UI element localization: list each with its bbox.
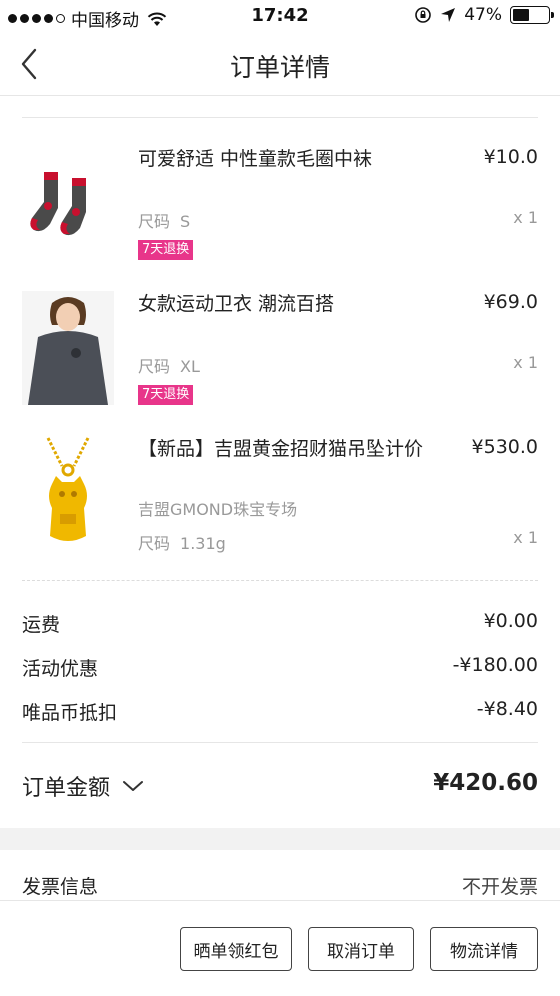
product-image-pendant	[46, 437, 90, 541]
product-qty: x 1	[513, 208, 538, 227]
size-value: S	[180, 212, 191, 231]
chevron-down-icon	[123, 781, 144, 791]
total-value: ¥420.60	[433, 770, 538, 796]
logistics-details-button[interactable]: 物流详情	[430, 927, 538, 971]
size-value: XL	[180, 357, 200, 376]
battery-level	[513, 9, 529, 21]
product-qty: x 1	[513, 353, 538, 372]
battery-icon	[510, 6, 554, 24]
product-name: 女款运动卫衣 潮流百搭	[138, 293, 335, 315]
invoice-row[interactable]: 发票信息 不开发票	[22, 872, 538, 899]
status-bar: 中国移动 17:42 47%	[0, 0, 560, 32]
status-right: 47%	[414, 5, 554, 25]
fee-row-promotion: 活动优惠 -¥180.00	[22, 654, 538, 681]
size-value: 1.31g	[180, 534, 226, 553]
product-size: 尺码 S	[138, 208, 190, 232]
product-item[interactable]: 女款运动卫衣 潮流百搭 ¥69.0 尺码 XL x 1 7天退换	[22, 291, 538, 411]
fee-row-coin-deduction: 唯品币抵扣 -¥8.40	[22, 698, 538, 725]
product-image-sweatshirt	[22, 291, 114, 405]
fee-label: 运费	[22, 614, 61, 636]
fee-label: 活动优惠	[22, 658, 99, 680]
bottom-action-bar: 晒单领红包 取消订单 物流详情	[0, 900, 560, 996]
size-label: 尺码	[138, 212, 171, 231]
invoice-value: 不开发票	[461, 876, 538, 898]
divider	[22, 117, 538, 118]
location-arrow-icon	[441, 8, 456, 22]
product-price: ¥69.0	[483, 291, 538, 313]
nav-bar: 订单详情	[0, 32, 560, 96]
total-label: 订单金额	[22, 776, 111, 801]
product-price: ¥10.0	[483, 146, 538, 168]
battery-percent: 47%	[464, 5, 502, 25]
dashed-divider	[22, 580, 538, 581]
fee-value: -¥180.00	[452, 654, 538, 676]
share-order-button[interactable]: 晒单领红包	[180, 927, 292, 971]
order-total[interactable]: 订单金额 ¥420.60	[22, 770, 538, 804]
size-label: 尺码	[138, 534, 171, 553]
fee-value: -¥8.40	[476, 698, 538, 720]
section-separator	[0, 828, 560, 850]
fee-value: ¥0.00	[483, 610, 538, 632]
size-label: 尺码	[138, 357, 171, 376]
fee-label: 唯品币抵扣	[22, 702, 118, 724]
return-badge: 7天退换	[138, 385, 194, 405]
page-title: 订单详情	[229, 53, 330, 82]
product-image-socks	[30, 172, 86, 236]
shop-name: 吉盟GMOND珠宝专场	[138, 500, 298, 519]
divider	[22, 742, 538, 743]
return-badge: 7天退换	[138, 240, 194, 260]
product-item[interactable]: 可爱舒适 中性童款毛圈中袜 ¥10.0 尺码 S x 1 7天退换	[22, 146, 538, 266]
fee-row-shipping: 运费 ¥0.00	[22, 610, 538, 637]
product-item[interactable]: 【新品】吉盟黄金招财猫吊坠计价 ¥530.0 吉盟GMOND珠宝专场 尺码 1.3…	[22, 436, 538, 556]
product-qty: x 1	[513, 528, 538, 547]
invoice-label: 发票信息	[22, 876, 99, 898]
total-toggle[interactable]: 订单金额	[22, 770, 144, 802]
rotation-lock-icon	[415, 7, 432, 23]
cancel-order-button[interactable]: 取消订单	[308, 927, 414, 971]
product-price: ¥530.0	[471, 436, 538, 458]
product-size: 尺码 XL	[138, 353, 200, 377]
product-name: 可爱舒适 中性童款毛圈中袜	[138, 148, 373, 170]
product-size: 尺码 1.31g	[138, 530, 226, 554]
product-name: 【新品】吉盟黄金招财猫吊坠计价	[138, 438, 424, 460]
